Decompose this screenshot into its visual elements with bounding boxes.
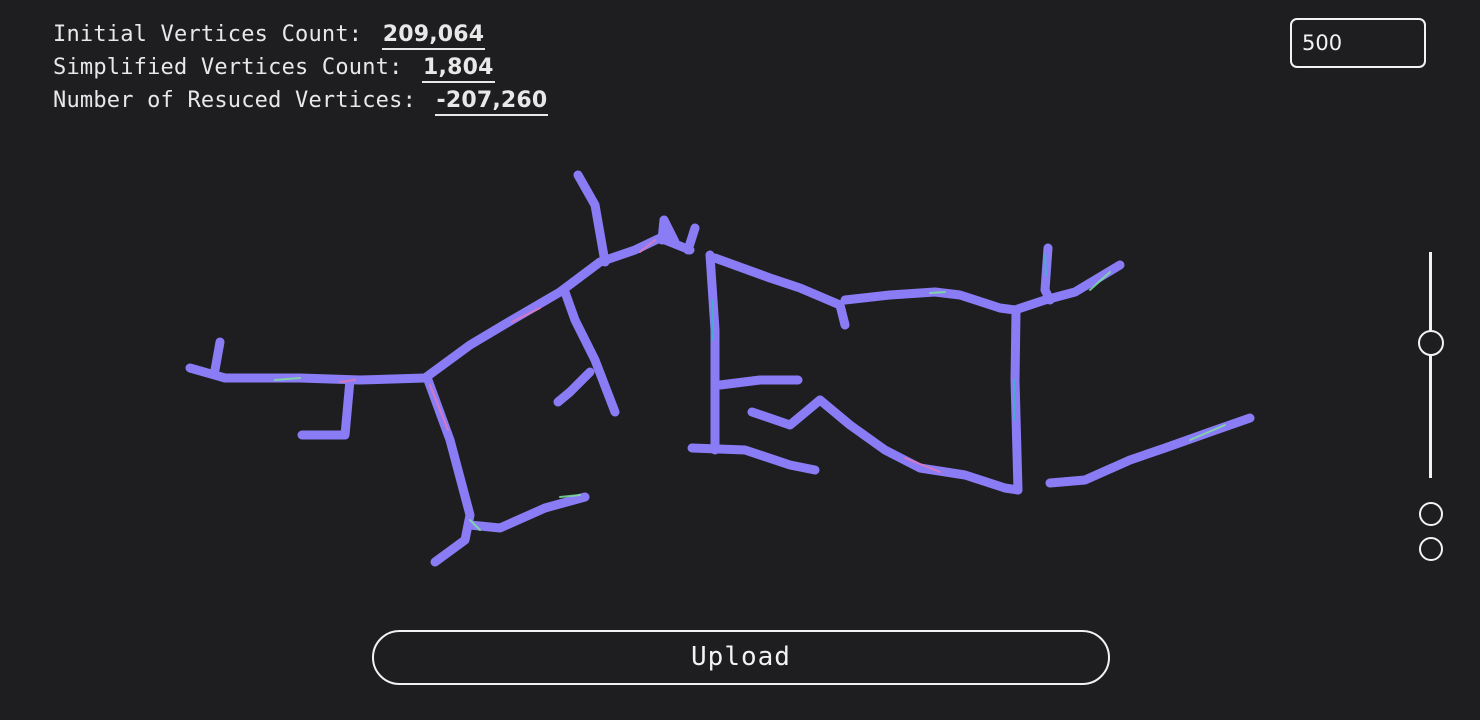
slider-track[interactable] <box>1429 252 1432 478</box>
simplify-target-input[interactable] <box>1290 18 1426 68</box>
reduced-vertices-row: Number of Resuced Vertices: -207,260 <box>53 84 549 117</box>
mesh-viewport[interactable] <box>0 140 1400 600</box>
slider-thumb[interactable] <box>1418 330 1444 356</box>
initial-vertices-value: 209,064 <box>381 22 486 50</box>
upload-button[interactable]: Upload <box>372 630 1110 685</box>
reduced-vertices-value: -207,260 <box>435 88 549 116</box>
simplified-vertices-value: 1,804 <box>422 55 495 83</box>
render-mode-radio-2[interactable] <box>1419 537 1443 561</box>
render-mode-radio-1[interactable] <box>1419 502 1443 526</box>
mesh-model <box>185 170 1255 567</box>
initial-vertices-label: Initial Vertices Count: <box>53 22 363 47</box>
simplified-vertices-label: Simplified Vertices Count: <box>53 55 403 80</box>
stats-panel: Initial Vertices Count: 209,064 Simplifi… <box>53 18 549 117</box>
reduced-vertices-label: Number of Resuced Vertices: <box>53 88 417 113</box>
simplified-vertices-row: Simplified Vertices Count: 1,804 <box>53 51 548 84</box>
zoom-slider[interactable] <box>1418 250 1444 480</box>
initial-vertices-row: Initial Vertices Count: 209,064 <box>53 18 548 51</box>
